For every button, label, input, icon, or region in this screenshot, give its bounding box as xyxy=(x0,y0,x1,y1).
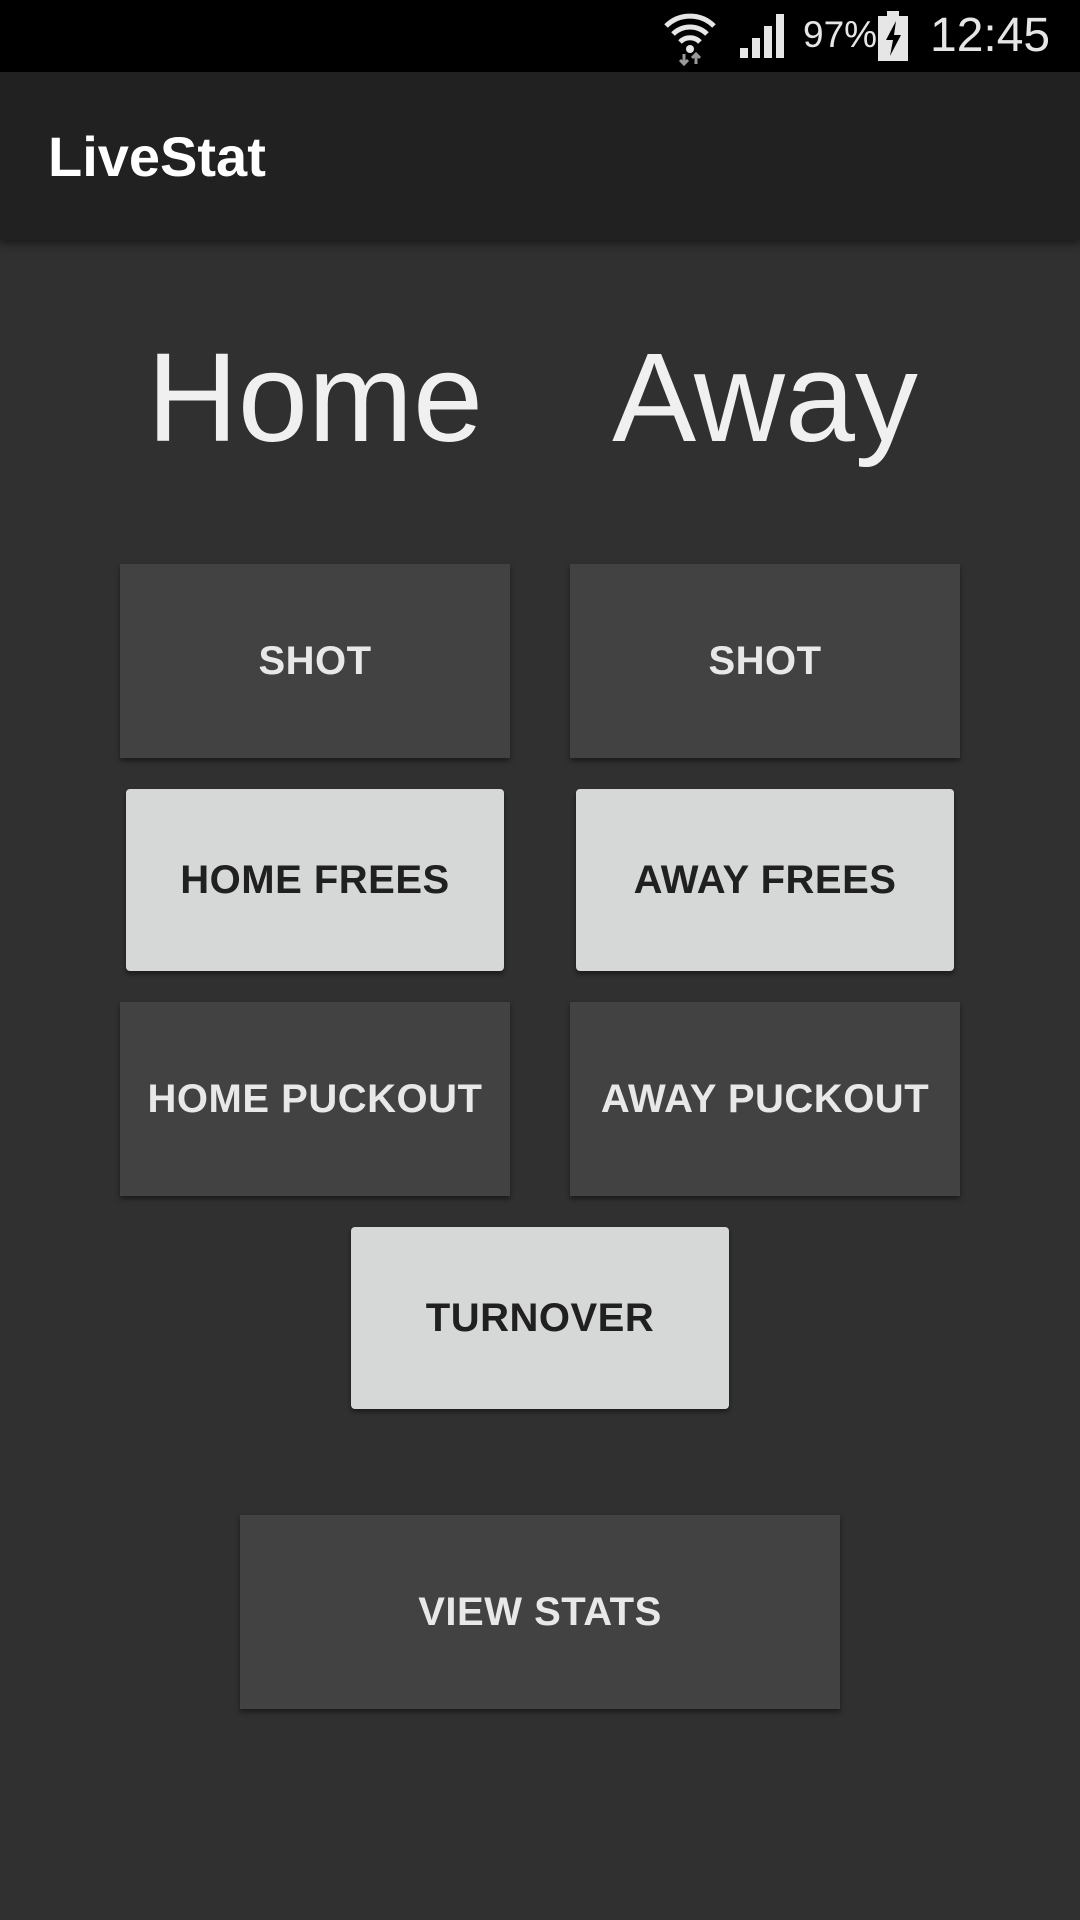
wifi-icon xyxy=(664,13,716,66)
away-team-label: Away xyxy=(612,327,918,468)
home-shot-button[interactable]: SHOT xyxy=(120,564,510,758)
status-bar: 97% 12:45 xyxy=(0,0,1080,72)
view-stats-button[interactable]: VIEW STATS xyxy=(240,1515,840,1709)
app-title: LiveStat xyxy=(48,125,266,188)
app-bar: LiveStat xyxy=(0,72,1080,240)
cell-signal-icon xyxy=(740,14,784,58)
battery-percentage: 97% xyxy=(803,14,878,55)
home-frees-button[interactable]: HOME FREES xyxy=(126,789,504,971)
screen: 97% 12:45 LiveStat Home Away SHOT SHOT H… xyxy=(0,0,1080,1920)
home-puckout-button[interactable]: HOME PUCKOUT xyxy=(120,1002,510,1196)
turnover-button[interactable]: TURNOVER xyxy=(351,1227,729,1409)
away-puckout-button[interactable]: AWAY PUCKOUT xyxy=(570,1002,960,1196)
away-shot-button[interactable]: SHOT xyxy=(570,564,960,758)
away-frees-button[interactable]: AWAY FREES xyxy=(576,789,954,971)
home-team-label: Home xyxy=(146,327,484,468)
battery-charging-icon xyxy=(878,11,908,61)
status-clock: 12:45 xyxy=(930,9,1051,62)
